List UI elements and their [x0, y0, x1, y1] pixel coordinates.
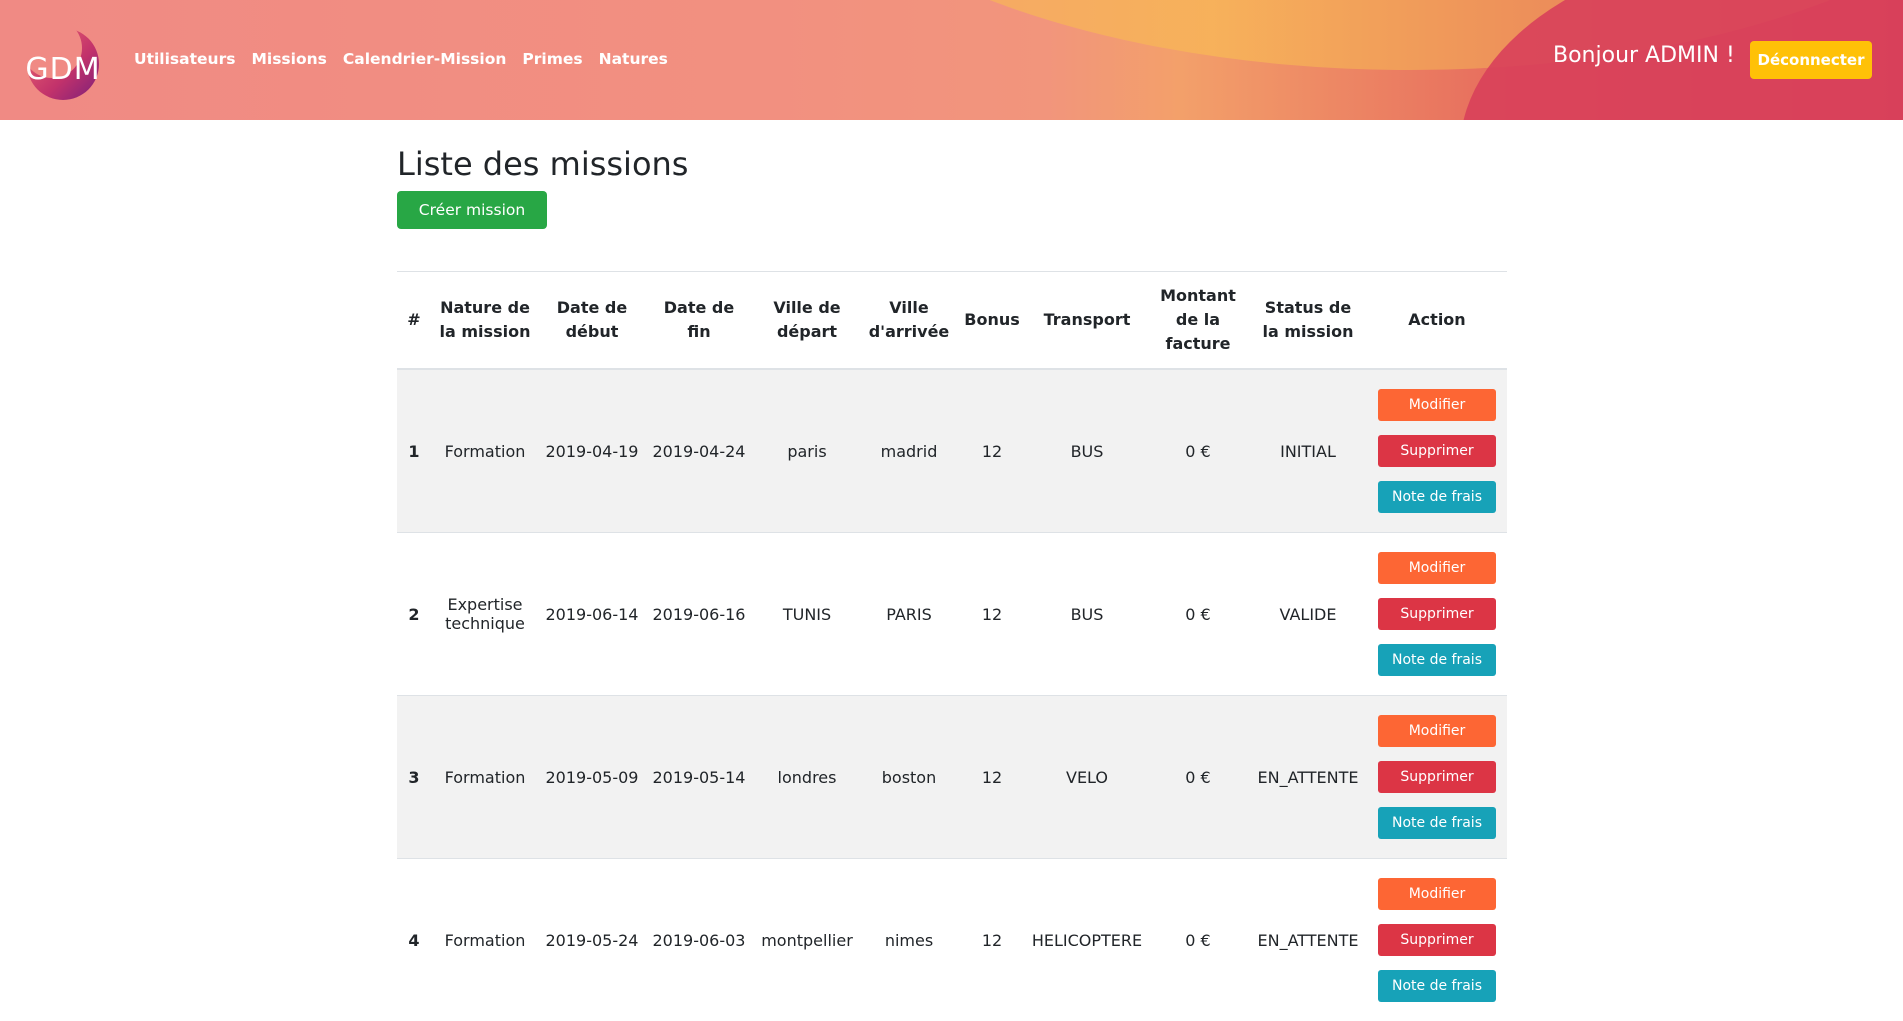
column-header: Date de fin — [645, 272, 753, 370]
expense-note-button[interactable]: Note de frais — [1378, 644, 1496, 676]
cell-start-date: 2019-06-14 — [539, 533, 645, 696]
cell-amount: 0 € — [1147, 696, 1249, 859]
cell-transport: HELICOPTERE — [1027, 859, 1147, 1021]
column-header: Montant de la facture — [1147, 272, 1249, 370]
nav-primes[interactable]: Primes — [522, 50, 582, 68]
table-row: 4 Formation 2019-05-24 2019-06-03 montpe… — [397, 859, 1507, 1021]
edit-button[interactable]: Modifier — [1378, 878, 1496, 910]
column-header: # — [397, 272, 431, 370]
delete-button[interactable]: Supprimer — [1378, 598, 1496, 630]
cell-end-date: 2019-04-24 — [645, 369, 753, 533]
page-title: Liste des missions — [397, 145, 688, 183]
cell-bonus: 12 — [957, 859, 1027, 1021]
cell-nature: Formation — [431, 696, 539, 859]
cell-nature: Expertise technique — [431, 533, 539, 696]
cell-from-city: TUNIS — [753, 533, 861, 696]
cell-to-city: madrid — [861, 369, 957, 533]
delete-button[interactable]: Supprimer — [1378, 435, 1496, 467]
cell-id: 3 — [397, 696, 431, 859]
cell-transport: VELO — [1027, 696, 1147, 859]
logo-text: GDM — [18, 52, 108, 87]
cell-end-date: 2019-06-16 — [645, 533, 753, 696]
cell-actions: Modifier Supprimer Note de frais — [1367, 533, 1507, 696]
cell-from-city: montpellier — [753, 859, 861, 1021]
column-header: Status de la mission — [1249, 272, 1367, 370]
cell-amount: 0 € — [1147, 369, 1249, 533]
delete-button[interactable]: Supprimer — [1378, 761, 1496, 793]
cell-bonus: 12 — [957, 369, 1027, 533]
cell-nature: Formation — [431, 859, 539, 1021]
nav-missions[interactable]: Missions — [251, 50, 326, 68]
cell-to-city: nimes — [861, 859, 957, 1021]
cell-start-date: 2019-04-19 — [539, 369, 645, 533]
top-navbar: GDM Utilisateurs Missions Calendrier-Mis… — [0, 0, 1903, 120]
cell-to-city: boston — [861, 696, 957, 859]
cell-start-date: 2019-05-09 — [539, 696, 645, 859]
column-header: Nature de la mission — [431, 272, 539, 370]
table-row: 1 Formation 2019-04-19 2019-04-24 paris … — [397, 369, 1507, 533]
nav-natures[interactable]: Natures — [599, 50, 668, 68]
cell-nature: Formation — [431, 369, 539, 533]
cell-actions: Modifier Supprimer Note de frais — [1367, 369, 1507, 533]
cell-from-city: paris — [753, 369, 861, 533]
nav-calendrier-mission[interactable]: Calendrier-Mission — [343, 50, 507, 68]
cell-status: EN_ATTENTE — [1249, 859, 1367, 1021]
table-header: # Nature de la mission Date de début Dat… — [397, 272, 1507, 370]
cell-status: EN_ATTENTE — [1249, 696, 1367, 859]
cell-amount: 0 € — [1147, 533, 1249, 696]
column-header: Ville d'arrivée — [861, 272, 957, 370]
expense-note-button[interactable]: Note de frais — [1378, 481, 1496, 513]
main-nav: Utilisateurs Missions Calendrier-Mission… — [134, 50, 668, 68]
cell-transport: BUS — [1027, 533, 1147, 696]
delete-button[interactable]: Supprimer — [1378, 924, 1496, 956]
missions-table-container: # Nature de la mission Date de début Dat… — [397, 271, 1507, 1021]
column-header: Action — [1367, 272, 1507, 370]
edit-button[interactable]: Modifier — [1378, 552, 1496, 584]
cell-end-date: 2019-05-14 — [645, 696, 753, 859]
column-header: Ville de départ — [753, 272, 861, 370]
cell-to-city: PARIS — [861, 533, 957, 696]
column-header: Transport — [1027, 272, 1147, 370]
table-row: 2 Expertise technique 2019-06-14 2019-06… — [397, 533, 1507, 696]
logout-button[interactable]: Déconnecter — [1750, 41, 1872, 79]
cell-actions: Modifier Supprimer Note de frais — [1367, 696, 1507, 859]
cell-start-date: 2019-05-24 — [539, 859, 645, 1021]
nav-utilisateurs[interactable]: Utilisateurs — [134, 50, 235, 68]
cell-id: 2 — [397, 533, 431, 696]
column-header: Date de début — [539, 272, 645, 370]
missions-table: # Nature de la mission Date de début Dat… — [397, 271, 1507, 1021]
column-header: Bonus — [957, 272, 1027, 370]
create-mission-button[interactable]: Créer mission — [397, 191, 547, 229]
gdm-logo[interactable]: GDM — [18, 22, 108, 100]
table-body: 1 Formation 2019-04-19 2019-04-24 paris … — [397, 369, 1507, 1021]
cell-transport: BUS — [1027, 369, 1147, 533]
cell-bonus: 12 — [957, 533, 1027, 696]
cell-id: 1 — [397, 369, 431, 533]
user-greeting: Bonjour ADMIN ! — [1553, 43, 1735, 68]
edit-button[interactable]: Modifier — [1378, 389, 1496, 421]
cell-id: 4 — [397, 859, 431, 1021]
cell-bonus: 12 — [957, 696, 1027, 859]
cell-actions: Modifier Supprimer Note de frais — [1367, 859, 1507, 1021]
cell-from-city: londres — [753, 696, 861, 859]
edit-button[interactable]: Modifier — [1378, 715, 1496, 747]
table-row: 3 Formation 2019-05-09 2019-05-14 londre… — [397, 696, 1507, 859]
cell-amount: 0 € — [1147, 859, 1249, 1021]
cell-end-date: 2019-06-03 — [645, 859, 753, 1021]
expense-note-button[interactable]: Note de frais — [1378, 807, 1496, 839]
cell-status: INITIAL — [1249, 369, 1367, 533]
expense-note-button[interactable]: Note de frais — [1378, 970, 1496, 1002]
cell-status: VALIDE — [1249, 533, 1367, 696]
